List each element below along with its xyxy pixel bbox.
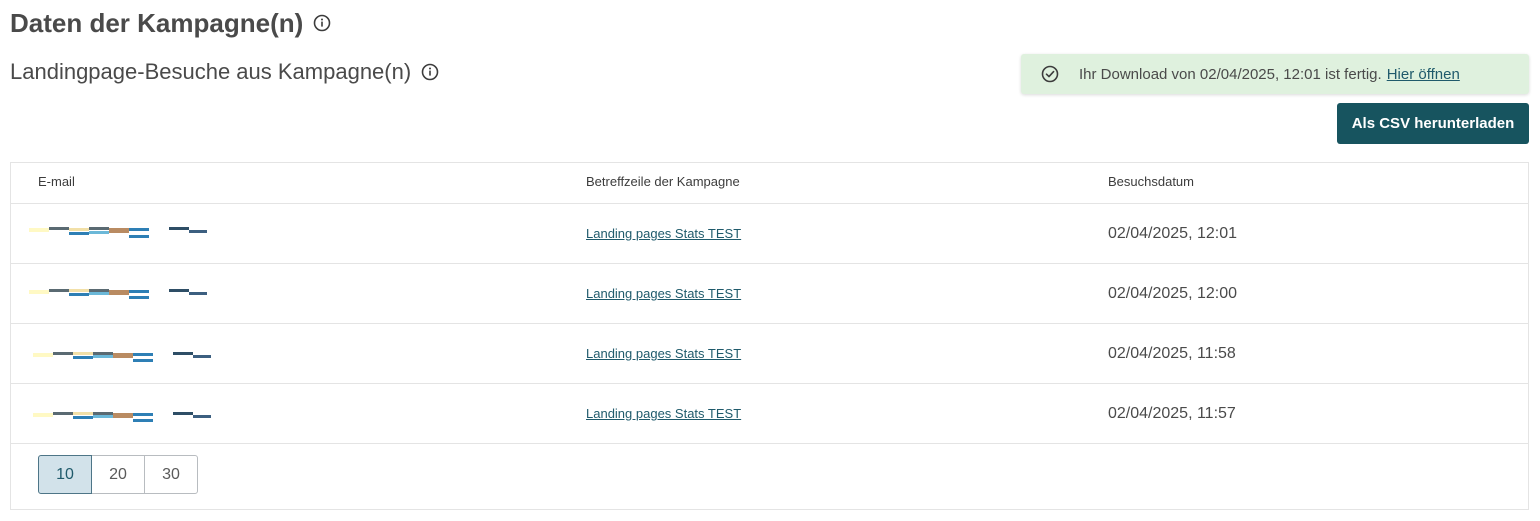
subject-cell: Landing pages Stats TEST xyxy=(586,204,741,263)
page-size-10-button[interactable]: 10 xyxy=(38,455,92,494)
table-row: Landing pages Stats TEST 02/04/2025, 11:… xyxy=(11,384,1528,444)
campaign-subject-link[interactable]: Landing pages Stats TEST xyxy=(586,406,741,421)
page-title-row: Daten der Kampagne(n) xyxy=(10,6,331,40)
download-ready-toast: Ihr Download von 02/04/2025, 12:01 ist f… xyxy=(1021,54,1529,94)
page-title: Daten der Kampagne(n) xyxy=(10,8,304,38)
info-icon[interactable] xyxy=(421,63,439,81)
redacted-email xyxy=(33,342,233,362)
redacted-email xyxy=(33,402,233,422)
table-row: Landing pages Stats TEST 02/04/2025, 11:… xyxy=(11,324,1528,384)
page-size-selector: 10 20 30 xyxy=(38,455,198,494)
visits-table: E-mail Betreffzeile der Kampagne Besuchs… xyxy=(10,162,1529,510)
visit-date-cell: 02/04/2025, 12:01 xyxy=(1108,224,1238,242)
subject-cell: Landing pages Stats TEST xyxy=(586,264,741,323)
campaign-subject-link[interactable]: Landing pages Stats TEST xyxy=(586,226,741,241)
column-header-date[interactable]: Besuchsdatum xyxy=(1108,163,1194,201)
info-icon[interactable] xyxy=(313,14,331,32)
column-header-email[interactable]: E-mail xyxy=(38,163,75,201)
check-circle-icon xyxy=(1041,65,1059,83)
toast-message: Ihr Download von 02/04/2025, 12:01 ist f… xyxy=(1079,65,1382,83)
page-size-20-button[interactable]: 20 xyxy=(91,455,145,494)
table-header: E-mail Betreffzeile der Kampagne Besuchs… xyxy=(11,163,1528,204)
redacted-email xyxy=(29,282,229,302)
table-row: Landing pages Stats TEST 02/04/2025, 12:… xyxy=(11,264,1528,324)
section-title: Landingpage-Besuche aus Kampagne(n) xyxy=(10,59,412,84)
section-title-row: Landingpage-Besuche aus Kampagne(n) xyxy=(10,57,439,87)
visit-date-cell: 02/04/2025, 11:57 xyxy=(1108,404,1236,422)
open-download-link[interactable]: Hier öffnen xyxy=(1387,66,1460,83)
visit-date-cell: 02/04/2025, 12:00 xyxy=(1108,284,1238,302)
page-size-30-button[interactable]: 30 xyxy=(144,455,198,494)
download-csv-button[interactable]: Als CSV herunterladen xyxy=(1337,103,1529,144)
redacted-email xyxy=(29,222,229,242)
subject-cell: Landing pages Stats TEST xyxy=(586,384,741,443)
subject-cell: Landing pages Stats TEST xyxy=(586,324,741,383)
table-row: Landing pages Stats TEST 02/04/2025, 12:… xyxy=(11,204,1528,264)
campaign-subject-link[interactable]: Landing pages Stats TEST xyxy=(586,286,741,301)
visit-date-cell: 02/04/2025, 11:58 xyxy=(1108,344,1236,362)
campaign-data-page: Daten der Kampagne(n) Landingpage-Besuch… xyxy=(0,0,1540,521)
column-header-subject[interactable]: Betreffzeile der Kampagne xyxy=(586,163,740,201)
campaign-subject-link[interactable]: Landing pages Stats TEST xyxy=(586,346,741,361)
